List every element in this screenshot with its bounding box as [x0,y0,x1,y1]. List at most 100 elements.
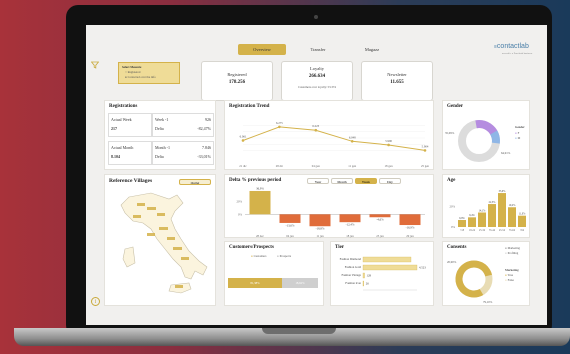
week-delta-box: Week -1 926 Delta -82,47% [152,113,214,137]
measure-filter[interactable]: Select Measure ○ Registered ● Contacted … [118,62,180,84]
tab-overview[interactable]: Overview [238,44,286,55]
village-marker [175,285,183,288]
metric-delta: -82,47% [197,126,211,131]
period-week-button[interactable]: Week [355,178,377,184]
period-day-button[interactable]: Day [379,178,401,184]
italy-mainland [120,192,208,280]
kpi-label: Loyalty [310,66,324,71]
panel-title: Delta % previous period [229,178,282,183]
consents-panel: Consents 20,90% 79,10% ● Marketing ● Pro… [442,241,530,306]
period-month-button[interactable]: Month [331,178,353,184]
delta-value-label: -18,8% [316,227,325,232]
trend-x-label: 18 gen [385,164,394,168]
customers-legend-prospects: ● Prospects [277,254,292,258]
customers-bar-label: 81,38% [250,281,260,285]
tier-panel: Tier Fashion Diamond Fashion Gold 4.523 Fas… [330,241,434,306]
trend-value-label: 6.223 [312,124,319,128]
age-x-label: 25-34 [479,229,486,232]
y-tick-label: 20% [450,204,456,208]
outlet-button[interactable]: Outlet [179,179,211,185]
customers-prospects-panel: Customers/Prospects ● Customers ● Prospe… [224,241,324,306]
filter-option-contacted[interactable]: ● Contacted over the info [125,75,156,79]
panel-title: Registrations [109,104,138,109]
metric-value: 217 [111,126,117,131]
age-value-label: 11,0% [519,212,526,215]
metric-label: Week -1 [155,117,169,122]
gender-legend-f: ● F [515,131,520,135]
tier-chart: Fashion Diamond Fashion Gold 4.523 Fashion … [340,256,426,291]
trend-x-label: 21 dic [239,164,247,168]
delta-value-label: -4,6% [376,218,384,223]
period-year-button[interactable]: Year [307,178,329,184]
delta-value-label: 36,9% [256,186,264,191]
trend-x-label: 11 gen [348,164,356,168]
registrations-panel: Registrations Actual Week 217 Week -1 92… [104,100,216,170]
registration-trend-panel: Registration Trend 6.061 21 dic 6.275 28 di… [224,100,434,170]
actual-month-box: Actual Month 8.104 [108,141,152,165]
y-tick-label: 0% [238,212,243,216]
metric-label: Actual Week [111,117,132,122]
kpi-label: Registered [227,72,247,77]
age-bar [478,212,486,227]
delta-value-label: -13,6% [286,223,295,228]
filter-option-registered[interactable]: ○ Registered [125,70,140,74]
month-delta-box: Month -1 7.846 Delta -33,01% [152,141,214,165]
filter-icon[interactable] [90,56,100,69]
gender-legend-title: Gender [515,125,525,129]
tier-value-label: 26 [366,282,370,286]
age-bar [468,217,476,227]
reference-villages-panel: Reference Villages Outlet [104,174,216,306]
customers-bar: 81,38% [228,278,282,288]
village-marker [167,237,175,240]
delta-panel: Delta % previous period Year Month Week … [224,174,434,238]
prospects-bar: 18,62% [282,278,318,288]
tier-category-label: Fashion Diamond [340,257,362,261]
village-marker [147,233,155,236]
village-marker [147,207,156,210]
trend-point [278,125,281,129]
trend-point [423,149,427,152]
panel-title: Customers/Prospects [229,245,274,250]
delta-x-label: 29 jan [406,234,414,238]
delta-bar [399,214,421,226]
tab-magazz[interactable]: Magazz [348,44,396,55]
kpi-label: Newsletter [387,72,407,77]
tab-transfer[interactable]: Transfer [294,44,342,55]
y-tick-label: 20% [237,200,243,204]
kpi-newsletter: Newsletter 11.655 [361,61,433,101]
sardinia [122,246,136,268]
age-value-label: 14,1% [479,209,487,212]
delta-x-label: 11 jan [316,234,324,238]
delta-value-label: -12,4% [346,223,355,228]
customers-legend-customers: ● Customers [251,254,267,258]
metric-label: Month -1 [155,145,170,150]
village-marker [173,247,182,250]
actual-week-box: Actual Week 217 [108,113,152,137]
trend-point [241,139,245,142]
delta-bar [279,214,301,223]
consents-legend-profiling[interactable]: ● Profiling [505,251,518,255]
trend-x-label: 25 gen [421,164,430,168]
kpi-value: 266.634 [308,74,326,79]
tier-value-label: 4.523 [419,266,426,270]
y-tick-label: 0% [451,225,456,229]
delta-x-label: 04 jan [286,234,294,238]
metric-label: Delta [155,154,164,159]
consents-pct-right: 79,10% [483,300,493,304]
age-bar [458,220,466,227]
village-marker [137,203,145,206]
village-marker [157,213,165,216]
tier-bar [362,280,364,287]
trend-value-label: 5.990 [385,139,392,143]
consents-legend-true: ● True [505,273,514,277]
age-bar [518,215,526,227]
tier-bar [362,256,412,263]
trend-value-label: 6.061 [240,134,247,138]
consents-donut [455,260,493,298]
village-marker [159,227,168,230]
age-value-label: 6,8% [459,217,465,220]
webcam [314,15,318,19]
age-value-label: 19,2% [509,204,517,207]
consents-legend-marketing[interactable]: ● Marketing [505,246,520,250]
info-icon[interactable]: i [91,297,100,306]
